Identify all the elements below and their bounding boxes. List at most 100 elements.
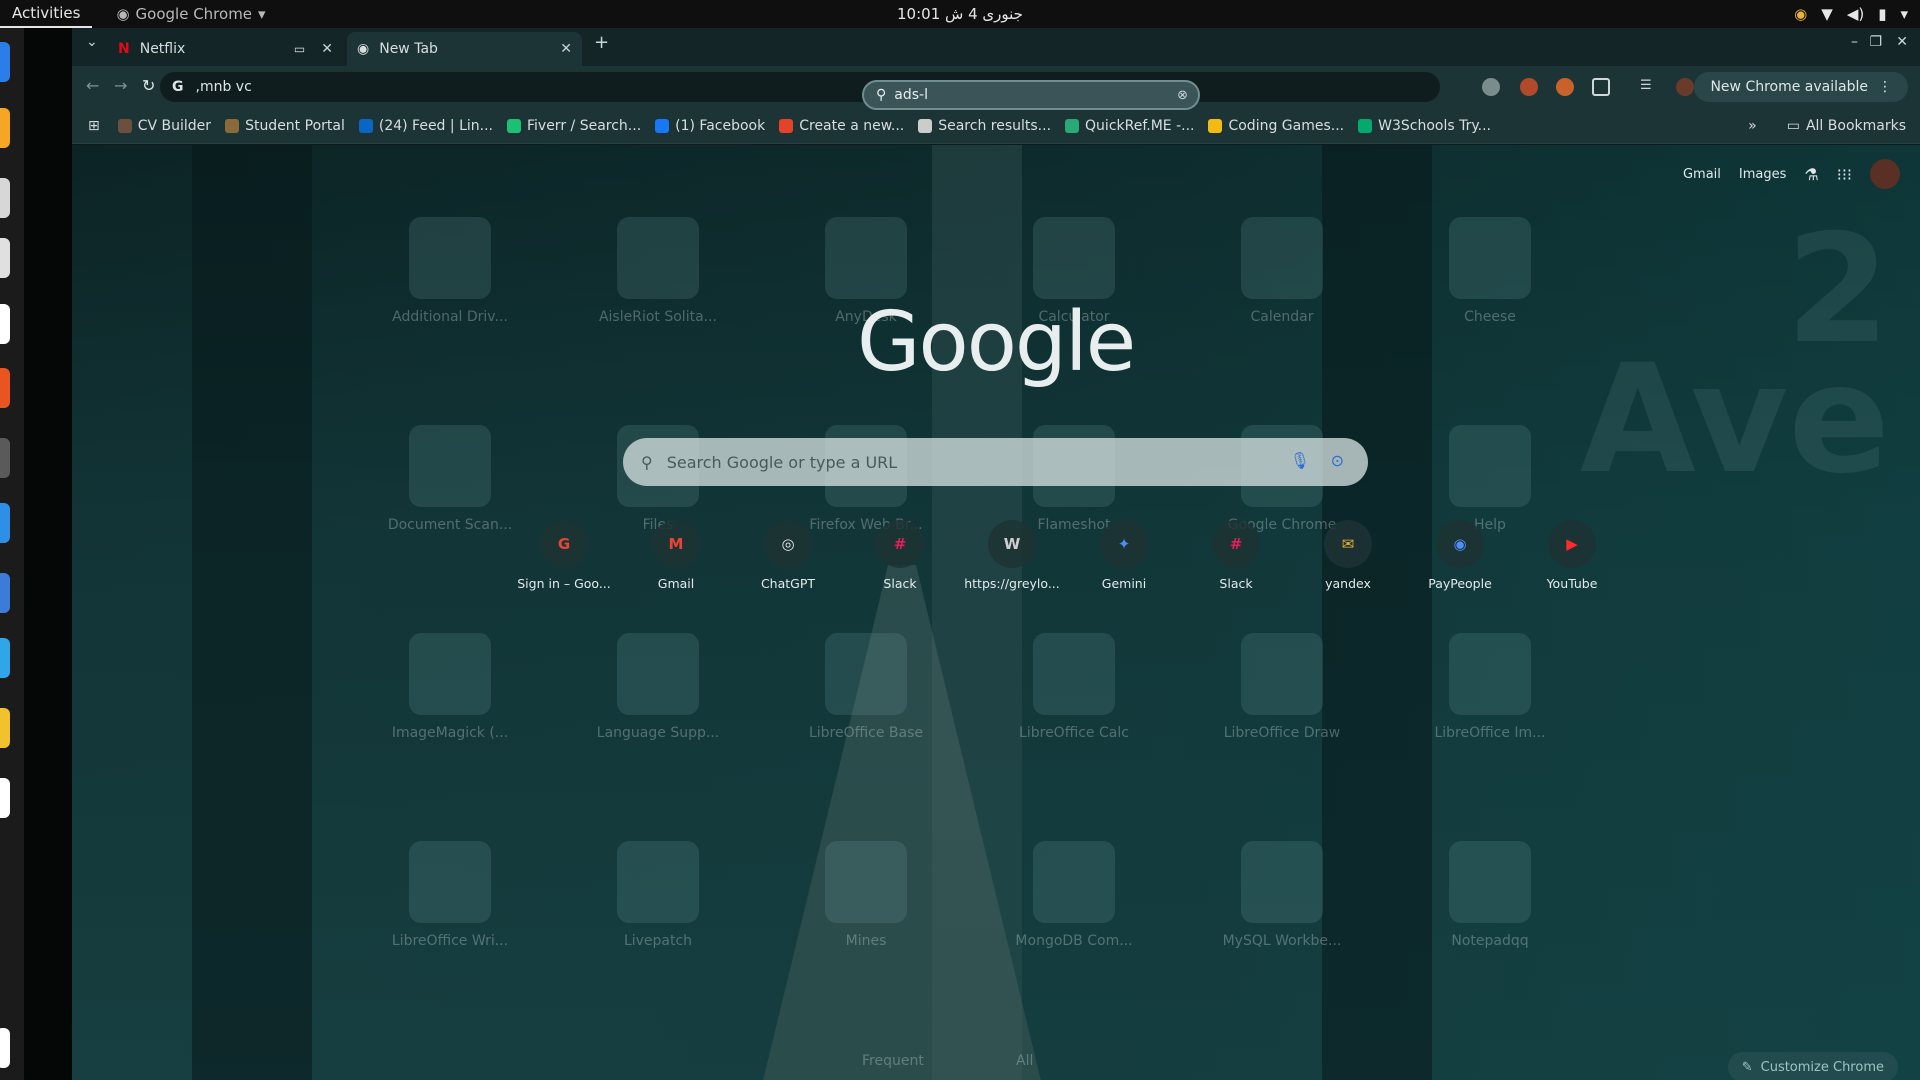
- address-bar[interactable]: G ,mnb vc: [160, 72, 1440, 102]
- forward-icon[interactable]: →: [114, 76, 127, 95]
- volume-icon[interactable]: ◀): [1847, 5, 1864, 23]
- thunderbird-icon[interactable]: [0, 42, 10, 82]
- text-editor-icon[interactable]: [0, 778, 10, 818]
- shortcut-tile[interactable]: ✦ Gemini: [1068, 520, 1180, 591]
- chrome-tray-icon[interactable]: ◉: [1794, 5, 1807, 23]
- tab-audio-icon[interactable]: ▭: [294, 42, 305, 56]
- chrome-dock-icon[interactable]: [0, 708, 10, 748]
- bookmark-item[interactable]: Coding Games...: [1208, 118, 1344, 134]
- google-apps-icon[interactable]: ⁝⁝⁝: [1837, 165, 1852, 184]
- extension-orange-icon[interactable]: [1556, 78, 1574, 96]
- software-icon[interactable]: [0, 368, 10, 408]
- show-apps-icon[interactable]: [0, 1028, 10, 1068]
- pencil-icon: ✎: [1741, 1059, 1753, 1075]
- writer-icon[interactable]: [0, 304, 10, 344]
- account-avatar[interactable]: [1870, 159, 1900, 189]
- extension-red-icon[interactable]: [1520, 78, 1538, 96]
- restore-icon[interactable]: ❐: [1869, 34, 1882, 50]
- bookmark-label: W3Schools Try...: [1378, 117, 1491, 134]
- new-tab-icon[interactable]: +: [594, 32, 609, 53]
- bookmark-item[interactable]: (1) Facebook: [655, 118, 765, 134]
- reload-icon[interactable]: ↻: [142, 76, 155, 95]
- shortcut-tile[interactable]: ◎ ChatGPT: [732, 520, 844, 591]
- bookmark-favicon: [779, 118, 794, 133]
- back-icon[interactable]: ←: [86, 76, 99, 95]
- gmail-link[interactable]: Gmail: [1683, 167, 1721, 182]
- extension-globe-icon[interactable]: [1482, 78, 1500, 96]
- all-bookmarks-folder[interactable]: ▭ All Bookmarks: [1787, 118, 1906, 134]
- netflix-icon: N: [118, 41, 130, 57]
- labs-flask-icon[interactable]: ⚗: [1804, 165, 1818, 184]
- tab-netflix[interactable]: N Netflix ▭ ✕: [108, 32, 343, 66]
- close-tab-icon[interactable]: ✕: [560, 41, 572, 57]
- shortcut-label: PayPeople: [1428, 576, 1492, 591]
- terminal-icon[interactable]: [0, 438, 10, 478]
- voice-search-icon[interactable]: 🎙: [1290, 451, 1310, 470]
- more-bookmarks-icon[interactable]: »: [1748, 118, 1757, 134]
- faded-app-launcher-item: ImageMagick (...: [365, 633, 535, 741]
- bookmark-favicon: [117, 118, 132, 133]
- lens-icon[interactable]: ⊙: [1331, 451, 1344, 470]
- profile-avatar[interactable]: [1676, 78, 1694, 96]
- shortcut-favicon-icon: ✦: [1100, 520, 1148, 568]
- bookmark-item[interactable]: (24) Feed | Lin...: [358, 118, 493, 134]
- shortcut-favicon-icon: ▶: [1548, 520, 1596, 568]
- close-tab-icon[interactable]: ✕: [321, 41, 333, 57]
- app-icon: [409, 841, 491, 923]
- faded-app-launcher-item: MySQL Workbe...: [1197, 841, 1367, 949]
- find-input[interactable]: ads-l: [894, 87, 928, 103]
- bookmark-item[interactable]: Student Portal: [225, 118, 345, 134]
- app-icon: [409, 633, 491, 715]
- ntp-search-box[interactable]: ⚲ Search Google or type a URL 🎙 ⊙: [623, 438, 1368, 486]
- bookmark-item[interactable]: W3Schools Try...: [1358, 118, 1491, 134]
- clear-icon[interactable]: ⊗: [1177, 88, 1188, 103]
- shortcut-tile[interactable]: # Slack: [1180, 520, 1292, 591]
- tab-search-chevron-icon[interactable]: ⌄: [86, 34, 98, 50]
- shortcut-tile[interactable]: ◉ PayPeople: [1404, 520, 1516, 591]
- new-chrome-available-button[interactable]: New Chrome available ⋮: [1694, 72, 1908, 102]
- bookmark-item[interactable]: QuickRef.ME -...: [1065, 118, 1194, 134]
- shortcut-tile[interactable]: G Sign in – Goo...: [508, 520, 620, 591]
- tab-new-tab[interactable]: ◉ New Tab ✕: [347, 32, 582, 66]
- bookmark-item[interactable]: Search results...: [918, 118, 1051, 134]
- minimize-icon[interactable]: –: [1851, 34, 1858, 50]
- more-menu-icon[interactable]: ⋮: [1878, 79, 1892, 95]
- clock[interactable]: 10:01 جنوری 4 ش: [0, 5, 1920, 23]
- wifi-icon[interactable]: ▼: [1821, 5, 1833, 23]
- search-input[interactable]: Search Google or type a URL: [667, 453, 897, 472]
- bookmark-item[interactable]: Fiverr / Search...: [506, 118, 641, 134]
- shortcut-label: Slack: [883, 576, 917, 591]
- app-label: LibreOffice Im...: [1434, 725, 1546, 741]
- firefox-icon[interactable]: [0, 108, 10, 148]
- app-menu[interactable]: ◉ Google Chrome ▾: [116, 5, 265, 23]
- system-tray[interactable]: ◉ ▼ ◀) ▮ ▾: [1794, 0, 1908, 28]
- telegram-icon[interactable]: [0, 638, 10, 678]
- anydesk-icon[interactable]: [0, 573, 10, 613]
- shortcut-favicon-icon: M: [652, 520, 700, 568]
- search-icon: ⚲: [876, 87, 887, 103]
- app-label: LibreOffice Base: [808, 725, 924, 741]
- chevron-down-icon[interactable]: ▾: [1900, 5, 1908, 23]
- battery-icon[interactable]: ▮: [1878, 5, 1886, 23]
- shortcut-tile[interactable]: # Slack: [844, 520, 956, 591]
- shortcut-tile[interactable]: ✉ yandex: [1292, 520, 1404, 591]
- customize-chrome-button[interactable]: ✎ Customize Chrome: [1727, 1052, 1898, 1080]
- find-in-page-box[interactable]: ⚲ ads-l ⊗: [862, 80, 1200, 110]
- address-input[interactable]: ,mnb vc: [196, 79, 252, 95]
- images-link[interactable]: Images: [1739, 167, 1787, 182]
- apps-grid-icon[interactable]: ⊞: [88, 118, 100, 134]
- activities-button[interactable]: Activities: [0, 0, 93, 28]
- shortcut-tile[interactable]: Whttps://greylo...: [956, 520, 1068, 591]
- bookmark-item[interactable]: Create a new...: [779, 118, 904, 134]
- close-window-icon[interactable]: ✕: [1896, 34, 1908, 50]
- search-icon: ⚲: [641, 452, 653, 472]
- faded-app-launcher-item: AisleRiot Solita...: [573, 217, 743, 325]
- extensions-puzzle-icon[interactable]: [1592, 78, 1610, 96]
- shortcut-tile[interactable]: ▶ YouTube: [1516, 520, 1628, 591]
- bookmark-item[interactable]: CV Builder: [117, 118, 211, 134]
- files-icon[interactable]: [0, 178, 10, 218]
- rhythmbox-icon[interactable]: [0, 238, 10, 278]
- vscode-icon[interactable]: [0, 503, 10, 543]
- reading-list-icon[interactable]: ☰: [1640, 78, 1658, 96]
- shortcut-tile[interactable]: M Gmail: [620, 520, 732, 591]
